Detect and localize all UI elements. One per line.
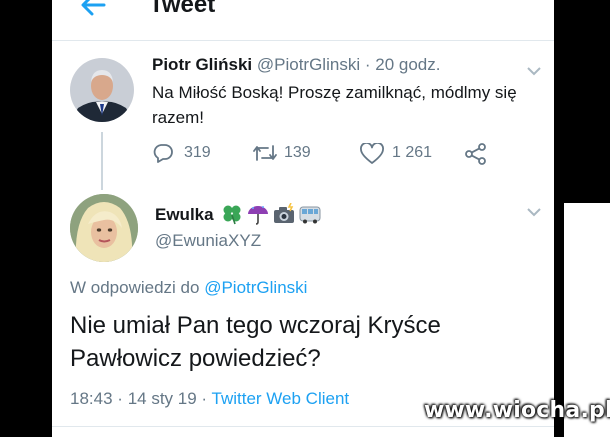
tweet2-time[interactable]: 18:43: [70, 389, 113, 408]
tweet2-client-link[interactable]: Twitter Web Client: [212, 389, 350, 408]
tweet2-date[interactable]: 14 sty 19: [128, 389, 197, 408]
meta-separator-1: ·: [117, 389, 123, 408]
screen-background: Tweet Piotr Gliński @PiotrGlinski · 20 g…: [0, 0, 610, 437]
reply-icon: [153, 144, 173, 163]
tweet1-author-handle[interactable]: @PiotrGlinski: [257, 55, 360, 74]
tweet1-actions: 319 139 1 261: [152, 140, 532, 166]
tweet1-chevron-down-icon[interactable]: [527, 66, 541, 76]
tweet2-text: Nie umiał Pan tego wczoraj Kryśce Pawłow…: [70, 312, 441, 372]
back-arrow-icon[interactable]: [78, 0, 108, 20]
camera-flash-icon: [274, 203, 294, 223]
bus-icon: [299, 206, 321, 224]
tweet2-meta: 18:43 · 14 sty 19 · Twitter Web Client: [70, 389, 349, 409]
umbrella-icon: [248, 206, 268, 225]
tweet2-author-handle[interactable]: @EwuniaXYZ: [155, 231, 261, 251]
tweet1-author-name[interactable]: Piotr Gliński: [152, 55, 252, 74]
four-leaf-clover-icon: [223, 205, 241, 225]
reply-prefix: W odpowiedzi do: [70, 278, 200, 297]
tweet2-chevron-down-icon[interactable]: [527, 207, 541, 217]
tweet2-author-name[interactable]: Ewulka: [155, 205, 214, 225]
heart-icon: [360, 143, 384, 164]
retweet-count: 139: [284, 144, 311, 161]
reply-count: 319: [184, 144, 211, 161]
thread-connector: [101, 132, 103, 190]
meta-separator-2: ·: [201, 389, 208, 408]
app-header: Tweet: [52, 0, 554, 41]
retweet-icon: [253, 145, 277, 161]
reply-target-link[interactable]: @PiotrGlinski: [204, 278, 307, 297]
share-icon: [465, 143, 486, 165]
tweet1-separator: ·: [364, 55, 371, 74]
tweet1-timestamp[interactable]: 20 godz.: [375, 55, 440, 74]
tweet1-text: Na Miłość Boską! Proszę zamilknąć, módlm…: [152, 83, 517, 127]
like-count: 1 261: [392, 144, 433, 161]
bottom-divider: [52, 426, 554, 427]
reply-context: W odpowiedzi do @PiotrGlinski: [70, 278, 307, 298]
tweet1-header: Piotr Gliński @PiotrGlinski · 20 godz.: [152, 55, 440, 75]
tweet-detail-panel: Tweet Piotr Gliński @PiotrGlinski · 20 g…: [52, 0, 554, 437]
site-watermark: www.wiocha.pl: [424, 398, 610, 423]
avatar-piotr[interactable]: [70, 58, 134, 122]
page-title: Tweet: [149, 0, 216, 18]
avatar-ewulka[interactable]: [70, 194, 138, 262]
